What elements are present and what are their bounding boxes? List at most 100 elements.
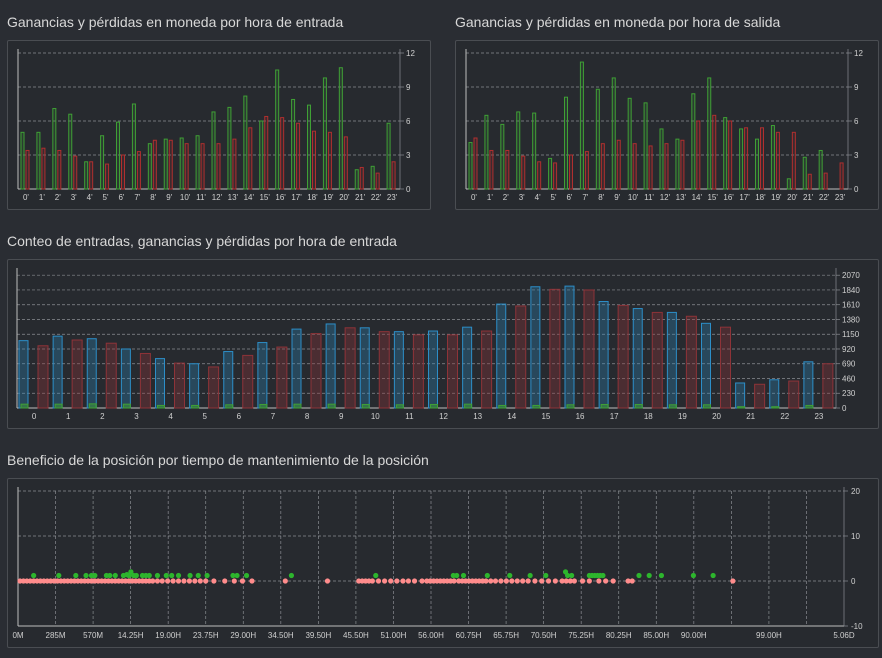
losing-count-bar <box>242 354 254 409</box>
loss-bar <box>152 139 157 190</box>
profit-bar <box>307 104 311 190</box>
profit-bar <box>627 97 632 190</box>
zero-profit-point <box>419 578 425 584</box>
loss-bar <box>473 137 478 190</box>
y-tick-label: 690 <box>842 360 856 369</box>
loss-bar <box>537 161 542 190</box>
profit-bar <box>52 108 57 190</box>
losing-count-bar <box>754 383 766 409</box>
x-tick-label: 17 <box>610 412 619 421</box>
profit-bar <box>786 178 791 190</box>
zero-profit-point <box>192 578 198 584</box>
zero-profit-point <box>579 578 586 584</box>
loss-bar <box>584 151 589 190</box>
zero-profit-point <box>181 578 187 584</box>
losing-count-bar <box>174 362 185 409</box>
holding-chart-svg: 0M 285M 570M 14.25H 19.00H 23.75H 29.00H 34.50H… <box>12 487 863 640</box>
x-tick-label: 2 <box>100 412 105 421</box>
profit-point <box>658 572 665 579</box>
x-tick-label: 2' <box>55 193 61 202</box>
holding-chart: 0M 285M 570M 14.25H 19.00H 23.75H 29.00H 34.50H… <box>7 478 879 648</box>
y-tick-label: 12 <box>406 49 415 58</box>
zero-profit-point <box>249 578 255 584</box>
exit-hour-chart-svg: 0 3 6 9 12 0' 1' 2' 3' 4' 5' 6' 7' 8' 9' 10' 11' 12' 13' 14… <box>465 49 863 202</box>
trade-count-bar <box>666 311 677 409</box>
profit-bar <box>116 121 120 190</box>
profit-point <box>31 572 37 579</box>
x-tick-label: 15' <box>259 193 270 202</box>
profit-bar <box>259 120 264 190</box>
winning-count-bar <box>805 404 814 409</box>
profit-point <box>187 572 193 579</box>
y-tick-label: 10 <box>851 532 860 541</box>
zero-profit-point <box>451 578 457 584</box>
profit-bar <box>770 125 775 190</box>
y-tick-label: 1840 <box>842 286 860 295</box>
x-tick-label: 70.50H <box>531 631 557 640</box>
zero-profit-point <box>239 578 246 584</box>
x-tick-label: 29.00H <box>230 631 256 640</box>
x-tick-label: 6 <box>237 412 242 421</box>
count-hour-chart-title: Conteo de entradas, ganancias y pérdidas… <box>7 233 397 249</box>
losing-count-bar <box>310 333 322 409</box>
zero-profit-point <box>514 578 520 584</box>
zero-profit-point <box>186 578 193 584</box>
count-hour-chart-svg: 0230460690920115013801610184020700 1 2 3 4 5 6… <box>16 268 860 421</box>
x-tick-label: 7' <box>134 193 140 202</box>
winning-count-bar <box>225 404 234 409</box>
x-tick-label: 3' <box>519 193 525 202</box>
winning-count-bar <box>737 406 746 409</box>
trade-count-bar <box>632 308 643 409</box>
zero-profit-point <box>525 578 531 584</box>
losing-count-bar <box>720 326 731 409</box>
x-tick-label: 285M <box>46 631 66 640</box>
loss-bar <box>505 149 510 190</box>
zero-profit-point <box>483 578 489 584</box>
y-tick-label: 3 <box>854 151 859 160</box>
x-tick-label: 14' <box>692 193 703 202</box>
profit-point <box>146 572 152 579</box>
winning-count-bar <box>771 406 780 409</box>
trade-count-bar <box>769 379 780 409</box>
trade-count-bar <box>462 326 473 409</box>
zero-profit-point <box>520 578 526 584</box>
x-tick-label: 2' <box>503 193 509 202</box>
trade-count-bar <box>496 303 507 409</box>
loss-bar <box>680 139 685 190</box>
loss-bar <box>89 161 94 190</box>
y-tick-label: 1380 <box>842 315 860 324</box>
loss-bar <box>359 166 364 190</box>
y-tick-label: 0 <box>406 185 411 194</box>
profit-bar <box>675 138 680 190</box>
profit-point <box>288 572 295 579</box>
profit-point <box>543 572 549 579</box>
x-tick-label: 23' <box>387 193 398 202</box>
zero-profit-point <box>282 578 288 584</box>
zero-profit-point <box>197 578 203 584</box>
x-tick-label: 23 <box>814 412 823 421</box>
profit-point <box>646 572 652 579</box>
profit-bar <box>20 131 25 190</box>
x-tick-label: 34.50H <box>268 631 294 640</box>
x-tick-label: 22' <box>819 193 830 202</box>
x-tick-label: 99.00H <box>756 631 782 640</box>
zero-profit-point <box>175 578 182 584</box>
y-tick-label: 20 <box>851 487 860 496</box>
winning-count-bar <box>259 403 268 409</box>
profit-point <box>163 572 169 579</box>
profit-bar <box>755 138 759 190</box>
loss-bar <box>839 162 844 190</box>
zero-profit-point <box>203 578 209 584</box>
profit-bar <box>195 135 200 190</box>
x-tick-label: 4 <box>168 412 173 421</box>
trade-count-bar <box>155 358 165 409</box>
zero-profit-point <box>369 578 375 584</box>
losing-count-bar <box>549 288 561 409</box>
trade-count-bar <box>189 363 200 409</box>
x-tick-label: 19 <box>678 412 687 421</box>
profit-point <box>454 572 460 579</box>
losing-count-bar <box>37 345 49 409</box>
x-tick-label: 0' <box>471 193 477 202</box>
x-tick-label: 11' <box>196 193 206 202</box>
loss-bar <box>136 151 141 190</box>
